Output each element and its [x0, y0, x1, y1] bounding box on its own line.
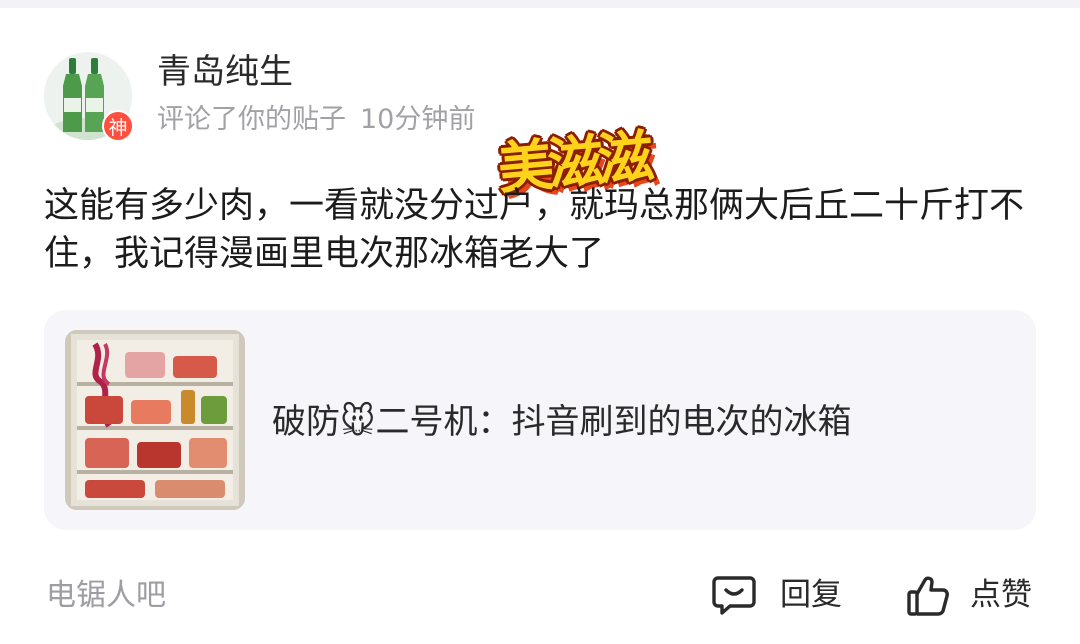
quoted-post-card[interactable]: 破防🐭二号机：抖音刷到的电次的冰箱 — [44, 310, 1036, 530]
comment-footer: 电锯人吧 回复 点赞 — [0, 566, 1080, 626]
top-divider — [0, 0, 1080, 8]
fridge-thumbnail — [65, 330, 245, 510]
thumbs-up-icon — [907, 576, 949, 616]
reply-label: 回复 — [780, 577, 842, 613]
action-text: 评论了你的贴子 — [157, 104, 346, 135]
god-badge: 神 — [102, 110, 134, 142]
comment-meta: 评论了你的贴子 10分钟前 — [157, 102, 475, 138]
username[interactable]: 青岛纯生 — [157, 52, 293, 92]
like-button[interactable]: 点赞 — [906, 570, 1040, 620]
comment-bubble-icon — [712, 576, 756, 615]
timestamp: 10分钟前 — [360, 104, 476, 135]
reply-button[interactable]: 回复 — [712, 570, 862, 620]
like-label: 点赞 — [970, 577, 1032, 613]
quoted-post-text: 破防🐭二号机：抖音刷到的电次的冰箱 — [272, 402, 852, 442]
fridge-photo-image — [65, 330, 245, 510]
comment-text: 这能有多少肉，一看就没分过户，就玛总那俩大后丘二十斤打不住，我记得漫画里电次那冰… — [44, 186, 1025, 274]
forum-name[interactable]: 电锯人吧 — [46, 576, 166, 616]
